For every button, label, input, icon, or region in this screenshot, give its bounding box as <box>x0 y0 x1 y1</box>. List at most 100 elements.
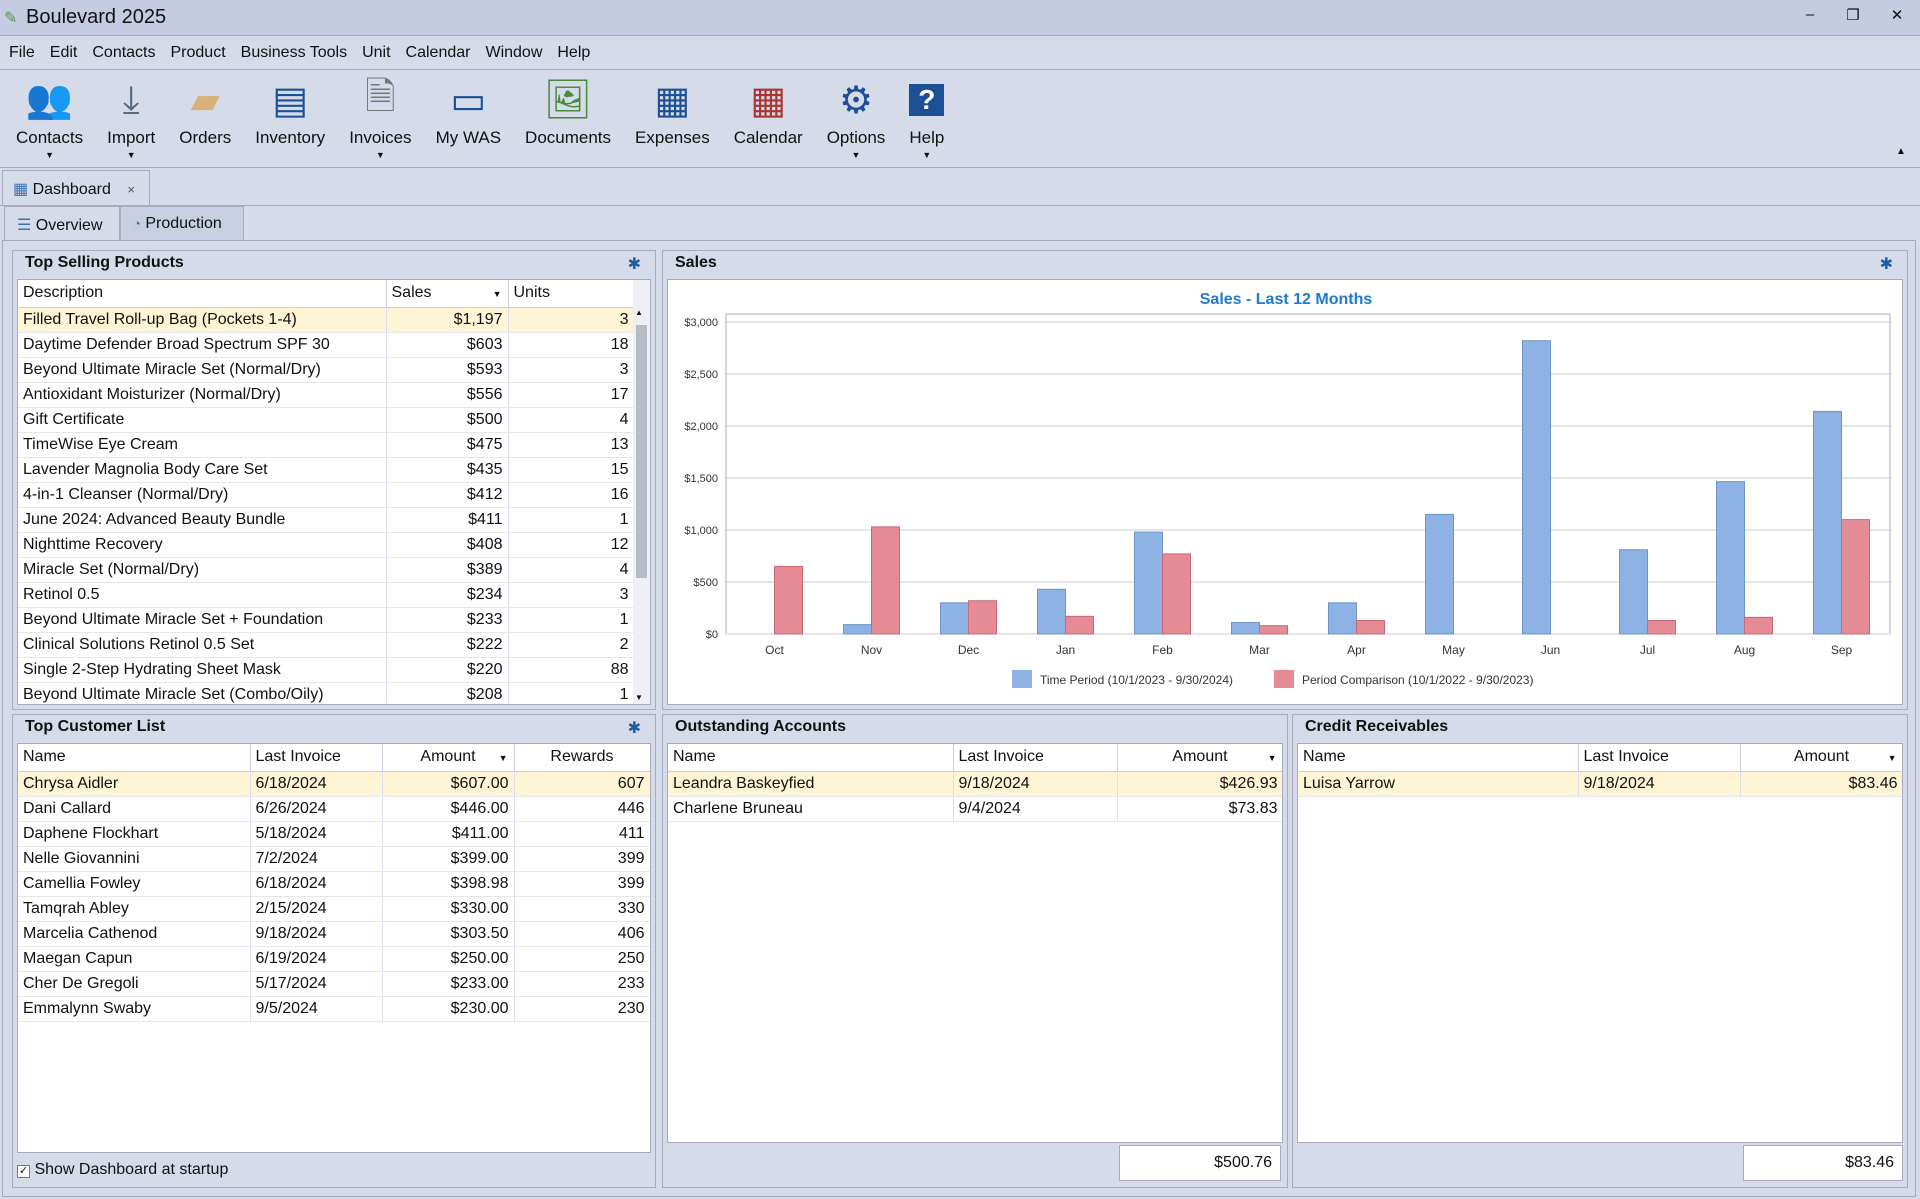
contacts-icon: 👥 <box>25 79 74 121</box>
restore-button[interactable]: ❐ <box>1838 6 1868 24</box>
table-row[interactable]: Retinol 0.5 $234 3 <box>18 582 635 608</box>
dropdown-arrow-icon[interactable]: ▼ <box>827 150 886 160</box>
close-button[interactable]: ✕ <box>1882 6 1912 24</box>
table-row[interactable]: TimeWise Eye Cream $475 13 <box>18 432 635 458</box>
scroll-down-icon[interactable]: ▼ <box>635 693 643 702</box>
table-row[interactable]: Daytime Defender Broad Spectrum SPF 30 $6… <box>18 332 635 358</box>
tab-dashboard[interactable]: ▦ Dashboard × <box>2 170 150 205</box>
table-row[interactable]: Antioxidant Moisturizer (Normal/Dry) $556… <box>18 382 635 408</box>
column-header-sales[interactable]: Sales ▼ <box>386 280 509 308</box>
menu-window[interactable]: Window <box>476 36 548 62</box>
toolbar-calendar-button[interactable]: ▦ Calendar <box>722 70 815 168</box>
column-header-name[interactable]: Name <box>1298 744 1579 772</box>
menu-calendar[interactable]: Calendar <box>397 36 477 62</box>
table-row[interactable]: Nighttime Recovery $408 12 <box>18 532 635 558</box>
column-header-amount[interactable]: Amount ▼ <box>382 744 515 772</box>
table-row[interactable]: Emmalynn Swaby 9/5/2024 $230.00 230 <box>18 996 650 1022</box>
table-row[interactable]: 4-in-1 Cleanser (Normal/Dry) $412 16 <box>18 482 635 508</box>
toolbar-options-button[interactable]: ⚙ Options ▼ <box>815 70 898 168</box>
column-header-label: Units <box>513 284 550 302</box>
show-startup-checkbox[interactable]: ✓ <box>17 1165 30 1178</box>
table-row[interactable]: Lavender Magnolia Body Care Set $435 15 <box>18 457 635 483</box>
table-row[interactable]: June 2024: Advanced Beauty Bundle $411 1 <box>18 507 635 533</box>
sort-descending-icon[interactable]: ▼ <box>493 289 502 299</box>
table-row[interactable]: Beyond Ultimate Miracle Set (Combo/Oily)… <box>18 682 635 704</box>
dropdown-arrow-icon[interactable]: ▼ <box>349 150 411 160</box>
toolbar-help-button[interactable]: ? Help ▼ <box>897 70 956 168</box>
cell-description: TimeWise Eye Cream <box>18 432 387 458</box>
cell-last-invoice: 6/19/2024 <box>250 946 383 972</box>
table-row[interactable]: Beyond Ultimate Miracle Set (Normal/Dry)… <box>18 357 635 383</box>
toolbar-documents-button[interactable]: 🖼 Documents <box>513 70 623 168</box>
column-header-name[interactable]: Name <box>668 744 954 772</box>
cell-rewards: 250 <box>514 946 650 972</box>
menu-file[interactable]: File <box>0 36 41 62</box>
toolbar-import-button[interactable]: ⤓ Import ▼ <box>95 70 167 168</box>
menu-help[interactable]: Help <box>548 36 596 62</box>
close-tab-icon[interactable]: × <box>127 182 135 197</box>
tab-overview[interactable]: ☰ Overview <box>4 206 120 240</box>
table-row[interactable]: Daphene Flockhart 5/18/2024 $411.00 411 <box>18 821 650 847</box>
gear-icon[interactable]: ✱ <box>628 718 641 738</box>
table-row[interactable]: Dani Callard 6/26/2024 $446.00 446 <box>18 796 650 822</box>
column-header-last-invoice[interactable]: Last Invoice <box>250 744 383 772</box>
app-logo-icon: ✎ <box>4 10 18 27</box>
column-header-amount[interactable]: Amount ▼ <box>1740 744 1902 772</box>
table-row[interactable]: Nelle Giovannini 7/2/2024 $399.00 399 <box>18 846 650 872</box>
table-row[interactable]: Leandra Baskeyfied 9/18/2024 $426.93 <box>668 771 1282 797</box>
toolbar-orders-button[interactable]: ▰ Orders <box>167 70 243 168</box>
table-row[interactable]: Marcelia Cathenod 9/18/2024 $303.50 406 <box>18 921 650 947</box>
column-header-last-invoice[interactable]: Last Invoice <box>953 744 1118 772</box>
menu-business-tools[interactable]: Business Tools <box>232 36 353 62</box>
cell-description: 4-in-1 Cleanser (Normal/Dry) <box>18 482 387 508</box>
dropdown-arrow-icon[interactable]: ▼ <box>16 150 83 160</box>
toolbar-my-was-button[interactable]: ▭ My WAS <box>424 70 513 168</box>
table-row[interactable]: Gift Certificate $500 4 <box>18 407 635 433</box>
menu-edit[interactable]: Edit <box>41 36 84 62</box>
table-row[interactable]: Miracle Set (Normal/Dry) $389 4 <box>18 557 635 583</box>
scroll-thumb[interactable] <box>636 325 647 578</box>
collapse-ribbon-icon[interactable]: ▲ <box>1896 146 1906 157</box>
table-row[interactable]: Maegan Capun 6/19/2024 $250.00 250 <box>18 946 650 972</box>
bar-jan-series-2 <box>1065 615 1094 635</box>
scrollbar[interactable]: ▲ ▼ <box>633 280 650 704</box>
cell-sales: $500 <box>386 407 509 433</box>
toolbar-inventory-button[interactable]: ▤ Inventory <box>243 70 337 168</box>
toolbar-expenses-button[interactable]: ▦ Expenses <box>623 70 722 168</box>
table-row[interactable]: Camellia Fowley 6/18/2024 $398.98 399 <box>18 871 650 897</box>
bar-nov-series-1 <box>843 624 872 635</box>
menu-contacts[interactable]: Contacts <box>83 36 161 62</box>
sort-descending-icon[interactable]: ▼ <box>1888 753 1897 763</box>
table-row[interactable]: Charlene Bruneau 9/4/2024 $73.83 <box>668 796 1282 822</box>
column-header-description[interactable]: Description <box>18 280 387 308</box>
sort-descending-icon[interactable]: ▼ <box>499 753 508 763</box>
table-row[interactable]: Chrysa Aidler 6/18/2024 $607.00 607 <box>18 771 650 797</box>
toolbar-invoices-button[interactable]: 🗎 Invoices ▼ <box>337 70 423 168</box>
menu-product[interactable]: Product <box>162 36 232 62</box>
gear-icon[interactable]: ✱ <box>628 254 641 274</box>
sort-descending-icon[interactable]: ▼ <box>1268 753 1277 763</box>
table-row[interactable]: Tamqrah Abley 2/15/2024 $330.00 330 <box>18 896 650 922</box>
column-header-amount[interactable]: Amount ▼ <box>1117 744 1282 772</box>
table-row[interactable]: Filled Travel Roll-up Bag (Pockets 1-4) $… <box>18 307 635 333</box>
toolbar-contacts-button[interactable]: 👥 Contacts ▼ <box>4 70 95 168</box>
cell-sales: $220 <box>386 657 509 683</box>
column-header-name[interactable]: Name <box>18 744 251 772</box>
table-row[interactable]: Luisa Yarrow 9/18/2024 $83.46 <box>1298 771 1902 797</box>
minimize-button[interactable]: – <box>1795 6 1825 23</box>
cell-sales: $234 <box>386 582 509 608</box>
dropdown-arrow-icon[interactable]: ▼ <box>107 150 155 160</box>
dropdown-arrow-icon[interactable]: ▼ <box>909 150 944 160</box>
scroll-up-icon[interactable]: ▲ <box>635 308 643 317</box>
table-row[interactable]: Beyond Ultimate Miracle Set + Foundation… <box>18 607 635 633</box>
column-header-last-invoice[interactable]: Last Invoice <box>1578 744 1741 772</box>
table-row[interactable]: Single 2-Step Hydrating Sheet Mask $220 88 <box>18 657 635 683</box>
show-dashboard-startup[interactable]: ✓ Show Dashboard at startup <box>17 1161 228 1179</box>
table-row[interactable]: Clinical Solutions Retinol 0.5 Set $222 2 <box>18 632 635 658</box>
column-header-units[interactable]: Units <box>508 280 635 308</box>
column-header-rewards[interactable]: Rewards <box>514 744 650 772</box>
gear-icon[interactable]: ✱ <box>1880 254 1893 274</box>
table-row[interactable]: Cher De Gregoli 5/17/2024 $233.00 233 <box>18 971 650 997</box>
menu-unit[interactable]: Unit <box>353 36 396 62</box>
tab-production[interactable]: ◔ Production <box>120 206 244 240</box>
